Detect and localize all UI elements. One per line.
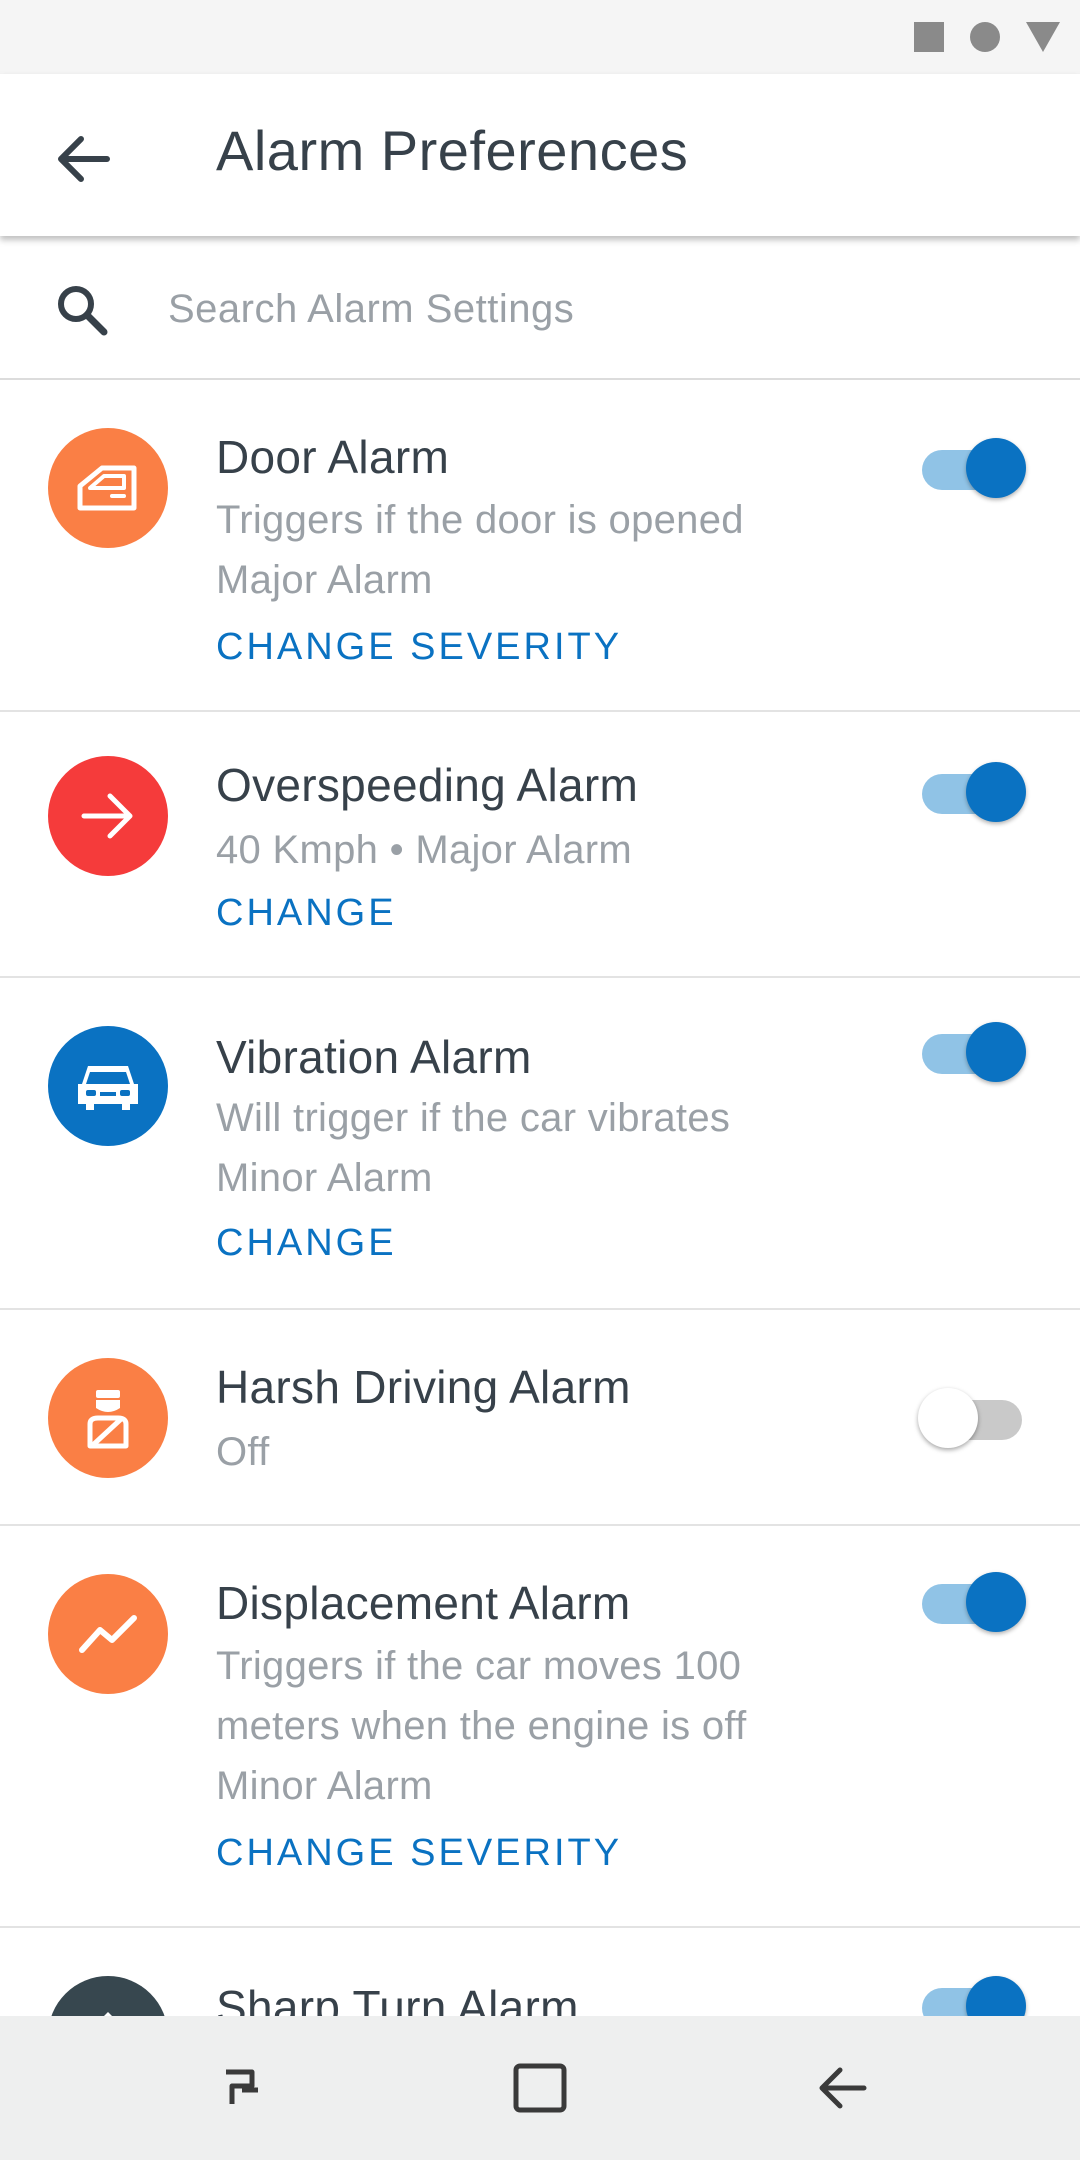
search-input[interactable] xyxy=(168,276,1028,342)
signal-icon xyxy=(1026,22,1060,52)
change-button[interactable]: CHANGE xyxy=(216,892,397,935)
home-button[interactable] xyxy=(510,2058,570,2118)
alarm-description-2: meters when the engine is off xyxy=(216,1704,747,1748)
recent-apps-icon xyxy=(226,2069,258,2104)
back-button[interactable] xyxy=(48,124,118,194)
displacement-alarm-toggle[interactable] xyxy=(922,1568,1026,1632)
toggle-thumb xyxy=(966,1022,1026,1082)
alarm-severity: Major Alarm xyxy=(216,558,433,602)
record-icon xyxy=(970,22,1000,52)
alarm-description: 40 Kmph • Major Alarm xyxy=(216,828,633,872)
change-severity-button[interactable]: CHANGE SEVERITY xyxy=(216,1832,622,1875)
car-door-icon xyxy=(48,428,168,548)
overspeeding-alarm-toggle[interactable] xyxy=(922,758,1026,822)
toggle-thumb xyxy=(966,762,1026,822)
car-icon xyxy=(48,1026,168,1146)
stop-icon xyxy=(914,22,944,52)
alarm-description: Triggers if the door is opened xyxy=(216,498,744,542)
door-alarm-toggle[interactable] xyxy=(922,434,1026,498)
alarm-description: Triggers if the car moves 100 xyxy=(216,1644,742,1688)
list-item: Harsh Driving Alarm Off xyxy=(0,1310,1080,1526)
alarm-severity: Minor Alarm xyxy=(216,1156,433,1200)
alarm-title: Door Alarm xyxy=(216,431,450,483)
change-severity-button[interactable]: CHANGE SEVERITY xyxy=(216,626,622,669)
status-bar xyxy=(0,0,1080,74)
list-item: Vibration Alarm Will trigger if the car … xyxy=(0,978,1080,1310)
navigation-bar xyxy=(0,2016,1080,2160)
search-icon xyxy=(58,286,108,336)
toggle-thumb xyxy=(966,438,1026,498)
vibration-alarm-toggle[interactable] xyxy=(922,1018,1026,1082)
page-title: Alarm Preferences xyxy=(216,119,689,182)
alarm-severity: Minor Alarm xyxy=(216,1764,433,1808)
toggle-thumb xyxy=(918,1388,978,1448)
alarm-status: Off xyxy=(216,1430,270,1474)
toggle-thumb xyxy=(966,1572,1026,1632)
harsh-driving-alarm-toggle[interactable] xyxy=(918,1384,1026,1448)
alarm-list: Door Alarm Triggers if the door is opene… xyxy=(0,382,1080,2128)
app-bar: Alarm Preferences xyxy=(0,74,1080,236)
search-bar xyxy=(0,236,1080,380)
driver-seatbelt-icon xyxy=(48,1358,168,1478)
list-item: Overspeeding Alarm 40 Kmph • Major Alarm… xyxy=(0,712,1080,978)
back-icon xyxy=(819,2067,867,2109)
arrow-left-icon xyxy=(58,136,110,182)
alarm-title: Displacement Alarm xyxy=(216,1577,631,1629)
alarm-title: Overspeeding Alarm xyxy=(216,759,639,811)
list-item: Door Alarm Triggers if the door is opene… xyxy=(0,382,1080,712)
change-button[interactable]: CHANGE xyxy=(216,1222,397,1265)
recent-apps-button[interactable] xyxy=(212,2058,272,2118)
alarm-title: Harsh Driving Alarm xyxy=(216,1361,631,1413)
nav-back-button[interactable] xyxy=(812,2058,872,2118)
home-icon xyxy=(513,2063,567,2113)
arrow-right-icon xyxy=(48,756,168,876)
list-item: Displacement Alarm Triggers if the car m… xyxy=(0,1526,1080,1928)
alarm-description: Will trigger if the car vibrates xyxy=(216,1096,731,1140)
trend-icon xyxy=(48,1574,168,1694)
alarm-title: Vibration Alarm xyxy=(216,1031,532,1083)
